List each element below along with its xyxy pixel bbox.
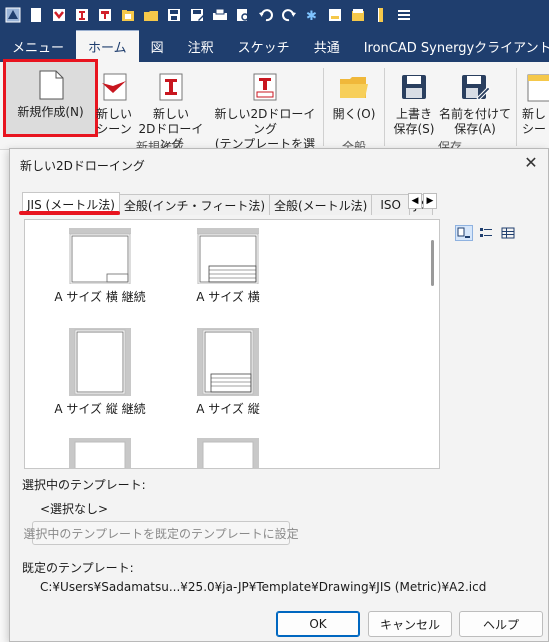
template-thumbnail-icon <box>69 438 131 468</box>
new-scene-overflow-button[interactable]: 新し シー <box>522 66 549 137</box>
close-icon[interactable]: ✕ <box>520 152 542 174</box>
open-folder-icon <box>337 70 371 104</box>
new-scene-label-1: 新しい <box>96 107 133 121</box>
new-document-icon <box>34 68 68 102</box>
template-label: A サイズ 横 <box>196 290 260 304</box>
svg-text:✱: ✱ <box>306 9 317 23</box>
open-label: 開く(O) <box>332 107 376 121</box>
ribbon-separator <box>516 68 517 146</box>
tab-general-metric[interactable]: 全般(メートル法) <box>269 194 373 215</box>
undo-icon[interactable] <box>257 6 275 24</box>
save-label-2: 保存(S) <box>393 122 435 136</box>
template-thumbnail-icon <box>69 328 131 396</box>
save-as-label-2: 保存(A) <box>454 122 496 136</box>
template-thumbnail-icon <box>197 438 259 468</box>
set-default-template-button[interactable]: 選択中のテンプレートを既定のテンプレートに設定 <box>23 521 299 545</box>
new-button[interactable]: 新規作成(N) <box>3 59 98 137</box>
tab-sketch[interactable]: スケッチ <box>226 30 302 62</box>
customize-icon[interactable] <box>395 6 413 24</box>
new-2d-drawing-label-1: 新しい <box>152 107 189 121</box>
new-2d-icon[interactable] <box>73 6 91 24</box>
print-icon[interactable] <box>211 6 229 24</box>
new-scene-label-2: シーン <box>96 122 132 136</box>
print-preview-icon[interactable] <box>234 6 252 24</box>
list-scrollbar-thumb[interactable] <box>431 240 434 286</box>
template-item[interactable]: A サイズ 縦 <box>163 328 293 417</box>
new-2d-template-icon <box>248 70 282 104</box>
open-folder-icon[interactable] <box>119 6 137 24</box>
tab-general-inch-feet[interactable]: 全般(インチ・フィート法) <box>118 194 270 215</box>
overflow-label-1: 新し <box>522 107 547 121</box>
overflow-icon <box>522 70 549 104</box>
new-scene-button[interactable]: 新しい シーン <box>96 66 132 137</box>
background-workspace <box>0 150 9 642</box>
selected-template-label: 選択中のテンプレート: <box>22 478 146 492</box>
large-icons-view-icon[interactable] <box>455 225 473 241</box>
tab-annotation[interactable]: 注釈 <box>176 30 226 62</box>
tab-home[interactable]: ホーム <box>76 30 139 62</box>
template-thumbnail-icon <box>69 228 131 284</box>
default-template-path: C:¥Users¥Sadamatsu...¥25.0¥ja-JP¥Templat… <box>40 580 487 594</box>
new-2d-drawing-dialog: 新しい2Dドローイング ✕ JIS (メートル法) 全般(インチ・フィート法) … <box>9 148 549 642</box>
template-item[interactable]: A サイズ 横 継続 <box>35 228 165 305</box>
template-label: A サイズ 横 継続 <box>54 290 146 304</box>
save-icon <box>397 70 431 104</box>
template-list[interactable]: A サイズ 横 継続 A サイズ 横 A サイズ 縦 継続 A サイズ 縦 <box>24 219 440 469</box>
template-thumbnail-icon <box>197 328 259 396</box>
new-2d-drawing-icon <box>154 70 188 104</box>
view-mode-toolbar <box>455 225 517 241</box>
redo-icon[interactable] <box>280 6 298 24</box>
save-as-button[interactable]: 名前を付けて 保存(A) <box>438 66 512 137</box>
new-2d-template-icon[interactable] <box>96 6 114 24</box>
ribbon-separator <box>384 68 385 146</box>
help-button[interactable]: ヘルプ <box>459 611 543 637</box>
new-drawing-icon[interactable] <box>50 6 68 24</box>
tab-synergy-client[interactable]: IronCAD Synergyクライアント <box>352 30 549 62</box>
new-scene-icon <box>97 70 131 104</box>
ribbon-panel: 新規作成(N) 新しい シーン 新しい 2Dドローイング 新しい2Dドローイング… <box>0 59 549 166</box>
yellow-bar-icon[interactable] <box>372 6 390 24</box>
overflow-label-2: シー <box>522 122 547 136</box>
save-button[interactable]: 上書き 保存(S) <box>390 66 438 137</box>
highlight-underline <box>19 211 120 215</box>
save-as-icon <box>458 70 492 104</box>
note-icon[interactable] <box>326 6 344 24</box>
template-label: A サイズ 縦 <box>196 402 260 416</box>
tab-iso[interactable]: ISO <box>371 194 410 215</box>
smart-icon[interactable]: ✱ <box>303 6 321 24</box>
tab-drawing[interactable]: 図 <box>139 30 176 62</box>
list-view-icon[interactable] <box>477 225 495 241</box>
template-thumbnail-icon <box>197 228 259 284</box>
ribbon-separator <box>323 68 324 146</box>
save-icon[interactable] <box>165 6 183 24</box>
details-view-icon[interactable] <box>499 225 517 241</box>
new-2d-template-label-1: 新しい2Dドローイング <box>214 107 316 136</box>
new-icon[interactable] <box>27 6 45 24</box>
template-label: A サイズ 縦 継続 <box>54 402 146 416</box>
folder-icon[interactable] <box>142 6 160 24</box>
tab-common[interactable]: 共通 <box>302 30 352 62</box>
tab-scroll-left-icon[interactable]: ◀ <box>408 193 422 209</box>
tab-menu[interactable]: メニュー <box>0 30 76 62</box>
folder-open-icon[interactable] <box>349 6 367 24</box>
template-item[interactable]: A サイズ 縦 継続 <box>35 328 165 417</box>
new-button-label: 新規作成(N) <box>17 105 84 119</box>
template-item[interactable] <box>35 438 165 468</box>
ribbon-tabs: メニュー ホーム 図 注釈 スケッチ 共通 IronCAD Synergyクライ… <box>0 30 549 62</box>
quick-access-toolbar: ✱ <box>0 0 549 30</box>
default-template-label: 既定のテンプレート: <box>22 561 134 575</box>
app-icon[interactable] <box>4 6 22 24</box>
open-button[interactable]: 開く(O) <box>332 66 376 122</box>
cancel-button[interactable]: キャンセル <box>368 611 452 637</box>
tab-scroll-right-icon[interactable]: ▶ <box>423 193 437 209</box>
app-window: ✱ メニュー ホーム 図 注釈 スケッチ 共通 IronCAD Synergyク… <box>0 0 549 642</box>
save-as-label-1: 名前を付けて <box>438 107 511 121</box>
save-as-icon[interactable] <box>188 6 206 24</box>
template-item[interactable]: A サイズ 横 <box>163 228 293 305</box>
save-label-1: 上書き <box>395 107 432 121</box>
ok-button[interactable]: OK <box>276 611 360 637</box>
dialog-title: 新しい2Dドローイング <box>20 159 145 173</box>
template-item[interactable] <box>163 438 293 468</box>
selected-template-value: <選択なし> <box>40 502 109 516</box>
